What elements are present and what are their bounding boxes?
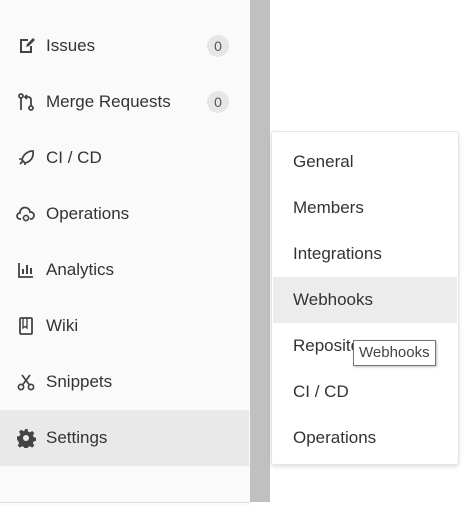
flyout-item-label: Operations [293,428,377,447]
issues-icon [16,36,36,56]
sidebar-item-label: CI / CD [46,148,102,167]
merge-request-icon [16,92,36,112]
sidebar-item-operations[interactable]: Operations [0,186,249,242]
flyout-item-label: Integrations [293,244,382,263]
sidebar-item-ci-cd[interactable]: CI / CD [0,130,249,186]
rocket-icon [16,148,36,168]
flyout-item-webhooks[interactable]: Webhooks [273,277,457,323]
sidebar-scrollbar[interactable] [250,0,270,502]
flyout-item-label: Members [293,198,364,217]
sidebar-item-wiki[interactable]: Wiki [0,298,249,354]
sidebar-item-label: Issues [46,36,96,55]
flyout-item-members[interactable]: Members [273,185,457,231]
flyout-item-label: CI / CD [293,382,349,401]
flyout-item-label: Webhooks [293,290,374,309]
settings-flyout-menu: General Members Integrations Webhooks Re… [271,131,459,465]
gear-icon [16,428,36,448]
sidebar-item-label: Analytics [46,260,115,279]
flyout-item-label: General [293,152,354,171]
sidebar-item-snippets[interactable]: Snippets [0,354,249,410]
issues-count-badge: 0 [207,35,229,57]
scissors-icon [16,372,36,392]
sidebar-item-merge-requests[interactable]: Merge Requests 0 [0,74,249,130]
webhooks-tooltip: Webhooks [353,340,436,366]
sidebar-item-label: Snippets [46,372,113,391]
flyout-item-ci-cd[interactable]: CI / CD [273,369,457,415]
sidebar: Issues 0 Merge Requests 0 CI / CD Operat… [0,0,250,506]
sidebar-item-label: Operations [46,204,130,223]
cloud-gear-icon [16,204,36,224]
book-icon [16,316,36,336]
sidebar-item-label: Settings [46,428,108,447]
flyout-item-general[interactable]: General [273,139,457,185]
sidebar-item-settings[interactable]: Settings [0,410,249,466]
merge-requests-count-badge: 0 [207,91,229,113]
sidebar-item-analytics[interactable]: Analytics [0,242,249,298]
flyout-item-operations[interactable]: Operations [273,415,457,461]
flyout-item-integrations[interactable]: Integrations [273,231,457,277]
sidebar-item-issues[interactable]: Issues 0 [0,18,249,74]
chart-icon [16,260,36,280]
sidebar-item-label: Merge Requests [46,92,171,111]
sidebar-divider [0,502,250,503]
sidebar-item-label: Wiki [46,316,79,335]
